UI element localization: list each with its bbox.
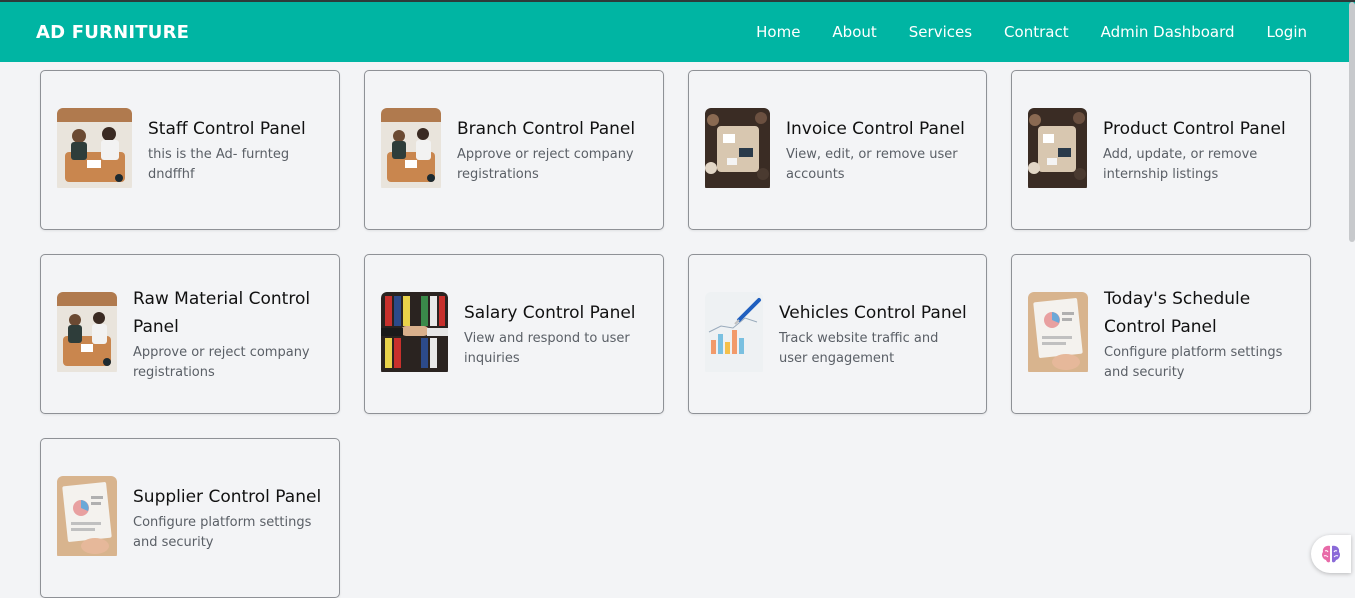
- card-salary-control-panel[interactable]: Salary Control Panel View and respond to…: [364, 254, 664, 414]
- handshake-photo-image: [381, 292, 448, 376]
- card-title: Staff Control Panel: [148, 119, 306, 139]
- card-title: Product Control Panel: [1103, 119, 1286, 139]
- card-description: View, edit, or remove user accounts: [786, 147, 958, 182]
- card-title: Today's Schedule Control Panel: [1104, 289, 1251, 337]
- nav-link-services[interactable]: Services: [909, 23, 972, 41]
- card-title: Vehicles Control Panel: [779, 303, 967, 323]
- card-description: Configure platform settings and security: [133, 515, 312, 550]
- nav-link-admin-dashboard[interactable]: Admin Dashboard: [1101, 23, 1235, 41]
- meeting-photo-image: [381, 108, 441, 192]
- team-table-photo-image: [705, 108, 770, 192]
- report-photo-image: [1028, 292, 1088, 376]
- card-staff-control-panel[interactable]: Staff Control Panel this is the Ad- furn…: [40, 70, 340, 230]
- nav-links: Home About Services Contract Admin Dashb…: [756, 2, 1307, 62]
- card-description: this is the Ad- furnteg dndffhf: [148, 147, 290, 182]
- card-description: Track website traffic and user engagemen…: [779, 331, 939, 366]
- card-description: View and respond to user inquiries: [464, 331, 630, 366]
- card-todays-schedule-control-panel[interactable]: Today's Schedule Control Panel Configure…: [1011, 254, 1311, 414]
- report-photo-image: [57, 476, 117, 560]
- card-description: Configure platform settings and security: [1104, 345, 1283, 380]
- nav-link-home[interactable]: Home: [756, 23, 800, 41]
- nav-link-login[interactable]: Login: [1267, 23, 1307, 41]
- card-raw-material-control-panel[interactable]: Raw Material Control Panel Approve or re…: [40, 254, 340, 414]
- card-description: Approve or reject company registrations: [133, 345, 310, 380]
- card-title: Salary Control Panel: [464, 303, 636, 323]
- scrollbar-thumb[interactable]: [1349, 2, 1355, 242]
- card-title: Supplier Control Panel: [133, 487, 322, 507]
- card-branch-control-panel[interactable]: Branch Control Panel Approve or reject c…: [364, 70, 664, 230]
- card-invoice-control-panel[interactable]: Invoice Control Panel View, edit, or rem…: [688, 70, 987, 230]
- navbar: AD FURNITURE Home About Services Contrac…: [0, 0, 1355, 62]
- card-title: Invoice Control Panel: [786, 119, 965, 139]
- meeting-photo-image: [57, 108, 132, 192]
- meeting-photo-image: [57, 292, 117, 376]
- team-table-photo-image: [1028, 108, 1087, 192]
- card-vehicles-control-panel[interactable]: Vehicles Control Panel Track website tra…: [688, 254, 987, 414]
- brand-logo[interactable]: AD FURNITURE: [36, 22, 189, 43]
- card-title: Branch Control Panel: [457, 119, 636, 139]
- chart-photo-image: [705, 292, 763, 376]
- card-supplier-control-panel[interactable]: Supplier Control Panel Configure platfor…: [40, 438, 340, 598]
- card-product-control-panel[interactable]: Product Control Panel Add, update, or re…: [1011, 70, 1311, 230]
- card-description: Approve or reject company registrations: [457, 147, 634, 182]
- control-panel-grid: Staff Control Panel this is the Ad- furn…: [40, 70, 1311, 598]
- brain-icon: [1322, 545, 1340, 563]
- card-description: Add, update, or remove internship listin…: [1103, 147, 1258, 182]
- nav-link-about[interactable]: About: [832, 23, 876, 41]
- assistant-button[interactable]: [1311, 535, 1351, 573]
- nav-link-contract[interactable]: Contract: [1004, 23, 1069, 41]
- card-title: Raw Material Control Panel: [133, 289, 311, 337]
